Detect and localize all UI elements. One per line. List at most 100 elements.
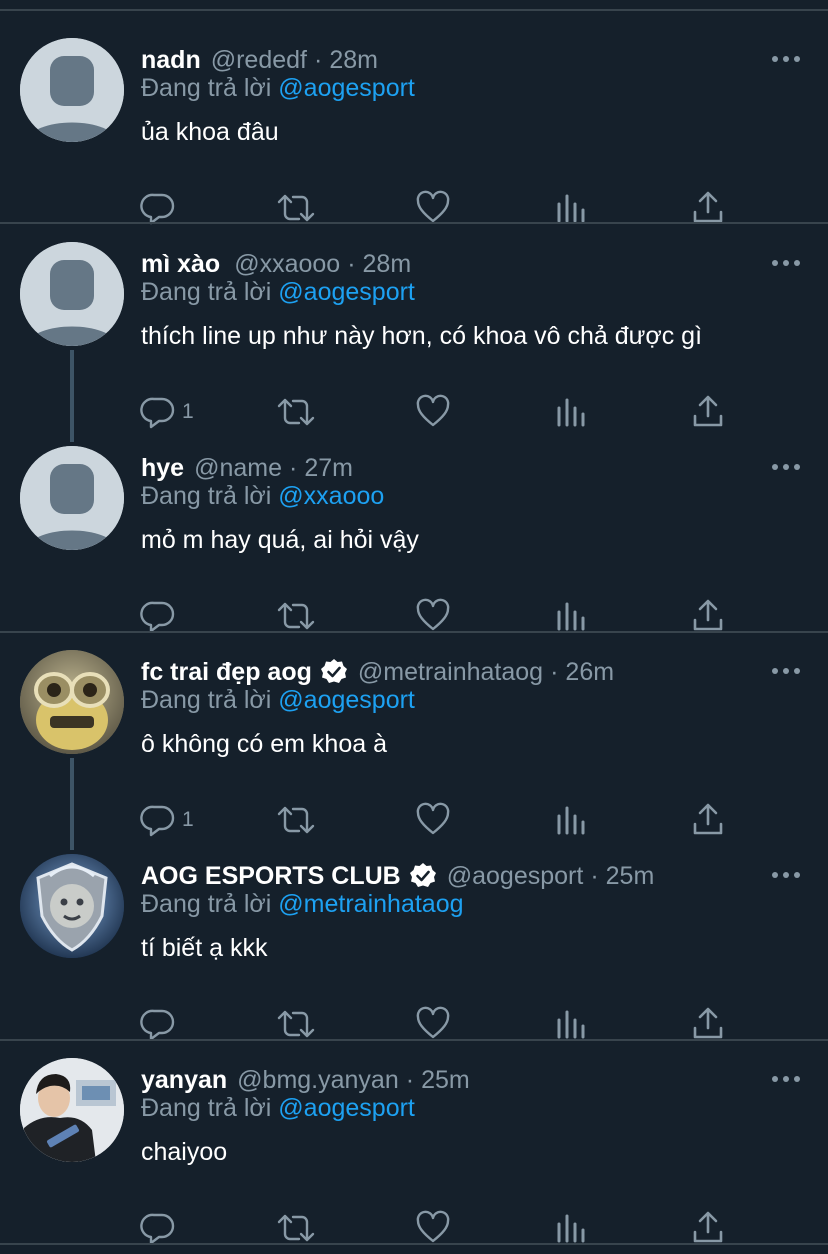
display-name[interactable]: yanyan	[141, 1066, 227, 1095]
reply-button[interactable]: 1	[140, 392, 194, 432]
analytics-button[interactable]	[552, 1208, 588, 1248]
display-name[interactable]: nadn	[141, 46, 201, 75]
minion-avatar-icon	[20, 650, 124, 754]
verified-badge-icon	[320, 659, 347, 683]
tweet-divider	[0, 631, 828, 633]
analytics-icon	[557, 1214, 585, 1243]
like-button[interactable]	[415, 1004, 451, 1044]
analytics-button[interactable]	[552, 596, 588, 636]
avatar[interactable]	[20, 1058, 124, 1162]
mention-link[interactable]: @aogesport	[278, 278, 415, 306]
mention-link[interactable]: @aogesport	[278, 686, 415, 714]
dot-separator: ·	[347, 249, 356, 278]
reply-icon	[140, 1009, 175, 1041]
reply-icon	[140, 805, 175, 837]
replying-to: Đang trả lời @aogesport	[141, 686, 415, 715]
avatar[interactable]	[20, 854, 124, 958]
retweet-icon	[277, 194, 315, 222]
timestamp[interactable]: 25m	[606, 862, 655, 891]
top-divider	[0, 9, 828, 11]
dot-separator: ·	[550, 657, 559, 686]
heart-icon	[416, 394, 450, 427]
mention-link[interactable]: @xxaooo	[278, 482, 384, 510]
avatar[interactable]	[20, 650, 124, 754]
avatar[interactable]	[20, 446, 124, 550]
analytics-button[interactable]	[552, 1004, 588, 1044]
thread-connector	[70, 350, 74, 442]
reply-button[interactable]	[140, 1004, 182, 1044]
tweet-text: thích line up như này hơn, có khoa vô ch…	[141, 322, 703, 350]
reply-icon	[140, 601, 175, 633]
reply-button[interactable]: 1	[140, 800, 194, 840]
more-options-icon[interactable]	[770, 460, 802, 474]
retweet-icon	[277, 806, 315, 834]
tweet-actions	[140, 1208, 730, 1248]
display-name[interactable]: AOG ESPORTS CLUB	[141, 862, 401, 891]
share-button[interactable]	[690, 392, 726, 432]
more-options-icon[interactable]	[770, 52, 802, 66]
like-button[interactable]	[415, 392, 451, 432]
tweet-actions	[140, 1004, 730, 1044]
dot-separator: ·	[590, 861, 599, 890]
timestamp[interactable]: 27m	[304, 454, 353, 483]
display-name[interactable]: hye	[141, 454, 184, 483]
retweet-button[interactable]	[277, 1208, 315, 1248]
timestamp[interactable]: 28m	[329, 46, 378, 75]
retweet-icon	[277, 398, 315, 426]
reply-icon	[140, 397, 175, 429]
share-button[interactable]	[690, 1004, 726, 1044]
dot-separator: ·	[313, 45, 323, 74]
more-options-icon[interactable]	[770, 664, 802, 678]
reply-button[interactable]	[140, 596, 182, 636]
more-options-icon[interactable]	[770, 256, 802, 270]
share-icon	[693, 191, 723, 223]
display-name[interactable]: fc trai đẹp aog	[141, 658, 312, 687]
replying-to: Đang trả lời @aogesport	[141, 1094, 415, 1123]
avatar[interactable]	[20, 38, 124, 142]
retweet-button[interactable]	[277, 800, 315, 840]
like-button[interactable]	[415, 1208, 451, 1248]
lion-crest-avatar-icon	[20, 854, 124, 958]
avatar[interactable]	[20, 242, 124, 346]
retweet-button[interactable]	[277, 596, 315, 636]
user-handle[interactable]: @metrainhataog	[358, 658, 543, 687]
timestamp[interactable]: 28m	[363, 250, 412, 279]
mention-link[interactable]: @aogesport	[278, 1094, 415, 1122]
share-icon	[693, 395, 723, 427]
mention-link[interactable]: @aogesport	[278, 74, 415, 102]
dot-separator: ·	[405, 1065, 415, 1094]
user-handle[interactable]: @aogesport	[447, 862, 584, 891]
display-name[interactable]: mì xào	[141, 250, 220, 279]
analytics-icon	[557, 194, 585, 223]
replying-to: Đang trả lời @aogesport	[141, 74, 415, 103]
heart-icon	[416, 1210, 450, 1243]
reply-icon	[140, 1213, 175, 1245]
user-handle[interactable]: @xxaooo	[234, 250, 340, 279]
share-icon	[693, 1007, 723, 1039]
analytics-button[interactable]	[552, 800, 588, 840]
retweet-icon	[277, 1214, 315, 1242]
user-handle[interactable]: @name	[194, 454, 282, 483]
tweet-divider	[0, 1243, 828, 1245]
reply-button[interactable]	[140, 1208, 182, 1248]
share-button[interactable]	[690, 800, 726, 840]
timestamp[interactable]: 25m	[421, 1066, 470, 1095]
share-button[interactable]	[690, 1208, 726, 1248]
like-button[interactable]	[415, 596, 451, 636]
retweet-button[interactable]	[277, 392, 315, 432]
retweet-button[interactable]	[277, 1004, 315, 1044]
share-icon	[693, 599, 723, 631]
mention-link[interactable]: @metrainhataog	[278, 890, 463, 918]
more-options-icon[interactable]	[770, 868, 802, 882]
user-handle[interactable]: @rededf	[211, 46, 307, 75]
tweet-text: tí biết ạ kkk	[141, 934, 268, 962]
analytics-button[interactable]	[552, 392, 588, 432]
heart-icon	[416, 1006, 450, 1039]
user-handle[interactable]: @bmg.yanyan	[237, 1066, 399, 1095]
tweet-text: ô không có em khoa à	[141, 730, 387, 758]
more-options-icon[interactable]	[770, 1072, 802, 1086]
share-button[interactable]	[690, 596, 726, 636]
replying-to-label: Đang trả lời	[141, 74, 272, 102]
like-button[interactable]	[415, 800, 451, 840]
timestamp[interactable]: 26m	[565, 658, 614, 687]
